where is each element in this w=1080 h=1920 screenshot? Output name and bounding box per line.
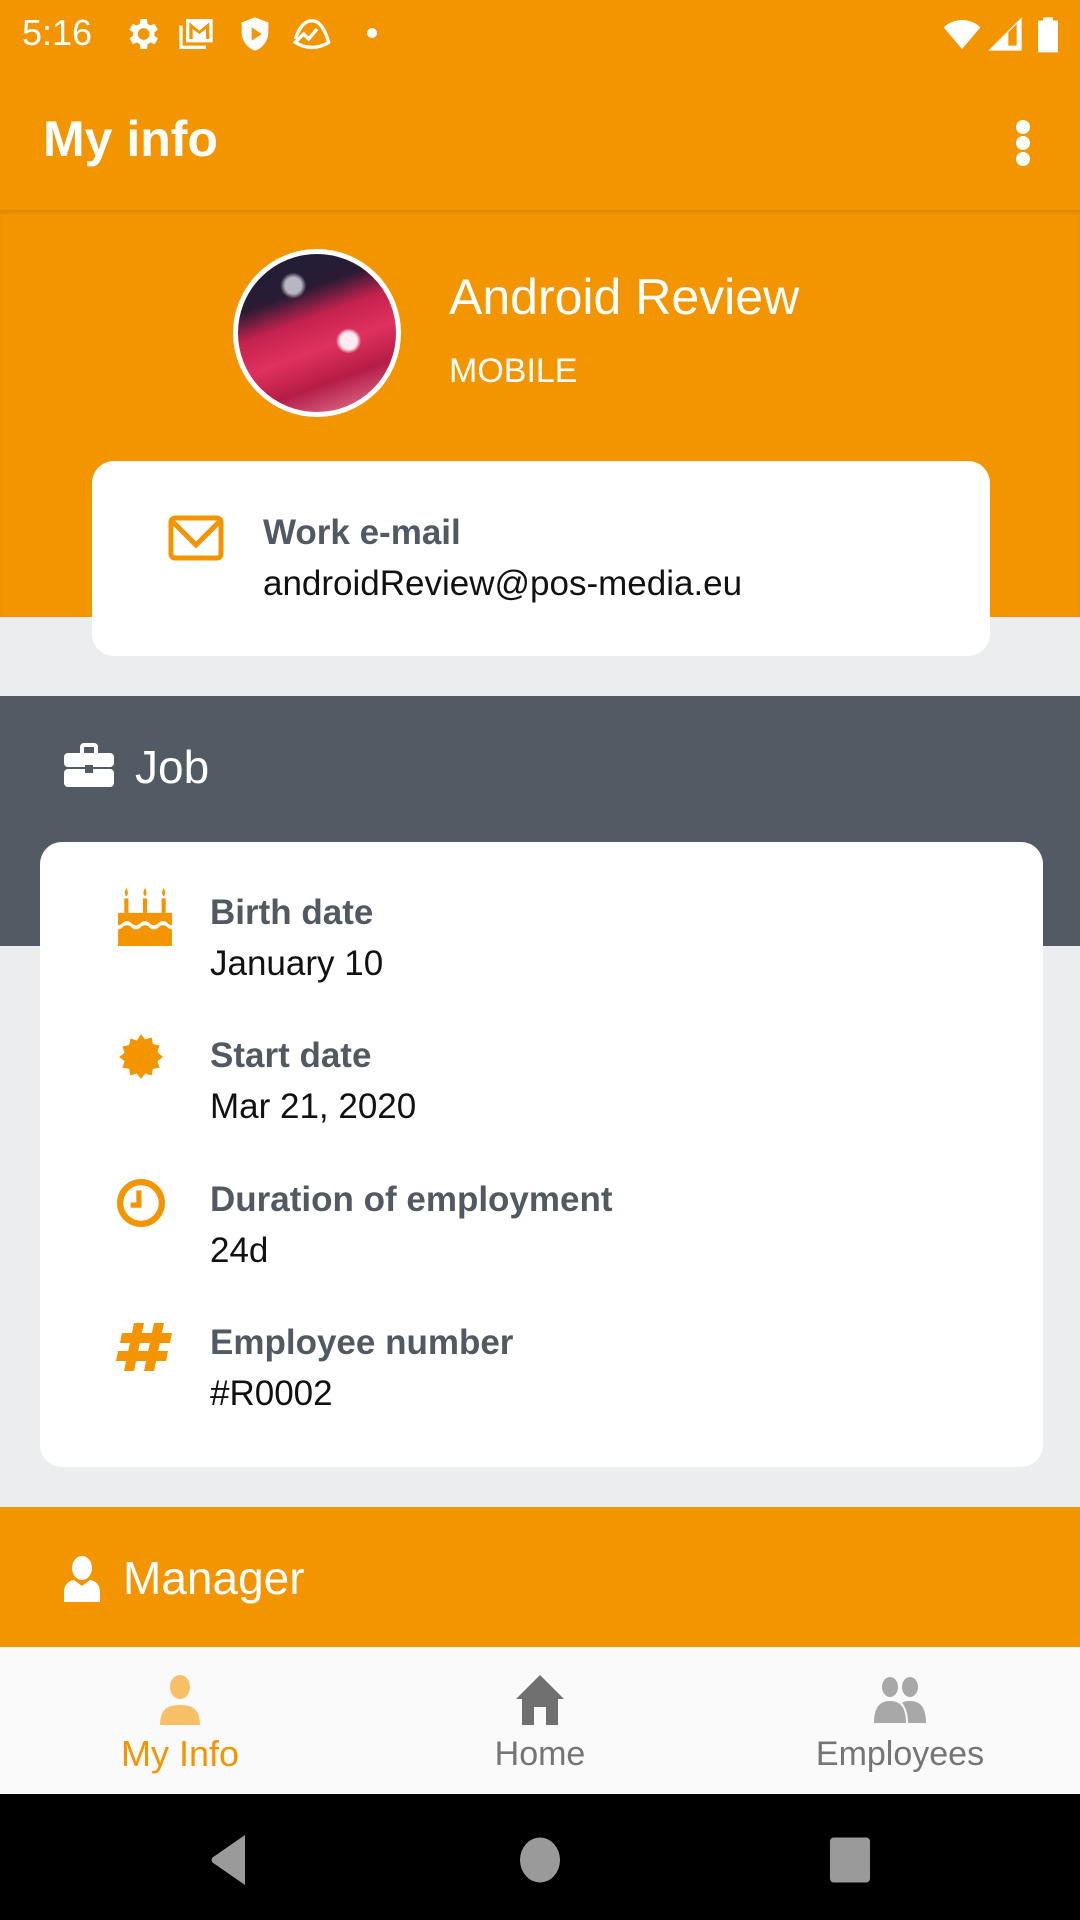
cellular-signal-icon [988, 17, 1022, 51]
people-icon [874, 1677, 926, 1723]
profile-name: Android Review [449, 269, 800, 325]
birth-date-value: January 10 [210, 944, 384, 983]
avatar[interactable] [233, 249, 401, 417]
duration-label: Duration of employment [210, 1180, 613, 1219]
email-value[interactable]: androidReview@pos-media.eu [263, 564, 742, 604]
recents-icon[interactable] [820, 1830, 880, 1890]
shield-play-icon [241, 17, 269, 51]
job-section-title: Job [135, 741, 210, 793]
more-vert-icon-dot [1016, 152, 1030, 166]
battery-icon [1038, 17, 1058, 53]
email-card[interactable] [92, 461, 990, 656]
manager-section-title: Manager [123, 1552, 305, 1604]
birthday-cake-icon [118, 888, 172, 946]
bottom-navigation: My Info Home Employees [0, 1647, 1080, 1794]
page-title: My info [43, 111, 218, 167]
employee-number-value: #R0002 [210, 1374, 333, 1413]
birth-date-label: Birth date [210, 893, 374, 932]
nav-label-employees: Employees [815, 1735, 985, 1773]
employee-number-label: Employee number [210, 1323, 514, 1362]
system-navigation-bar [0, 1794, 1080, 1920]
app-bar: My info [0, 70, 1080, 210]
nav-tab-home[interactable]: Home [360, 1647, 720, 1794]
duration-value: 24d [210, 1231, 269, 1270]
nav-label-my-info: My Info [120, 1733, 240, 1774]
person-icon [64, 1556, 100, 1602]
person-icon [160, 1675, 200, 1725]
start-date-label: Start date [210, 1036, 372, 1075]
start-date-value: Mar 21, 2020 [210, 1087, 417, 1126]
job-card [40, 842, 1043, 1467]
notification-dot-icon [367, 28, 377, 38]
nav-tab-my-info[interactable]: My Info [0, 1647, 360, 1794]
hashtag-icon [116, 1323, 172, 1371]
home-icon [516, 1675, 564, 1725]
wifi-icon [943, 20, 981, 49]
status-bar: 5:16 [0, 0, 1080, 70]
nav-tab-employees[interactable]: Employees [720, 1647, 1080, 1794]
nav-label-home: Home [494, 1735, 586, 1773]
briefcase-icon [64, 743, 114, 787]
gmail-icon [179, 19, 213, 49]
back-icon[interactable] [195, 1830, 255, 1890]
basecamp-icon [292, 18, 331, 50]
more-options-button[interactable] [1000, 110, 1048, 174]
home-circle-icon[interactable] [510, 1830, 570, 1890]
more-vert-icon-dot [1016, 136, 1030, 150]
badge-starburst-icon [119, 1034, 163, 1079]
status-time: 5:16 [22, 12, 93, 53]
profile-department: MOBILE [449, 352, 578, 390]
mail-icon [168, 515, 224, 561]
email-label: Work e-mail [263, 513, 461, 552]
more-vert-icon [1016, 120, 1030, 134]
clock-icon [117, 1179, 165, 1227]
gear-icon [129, 19, 158, 49]
